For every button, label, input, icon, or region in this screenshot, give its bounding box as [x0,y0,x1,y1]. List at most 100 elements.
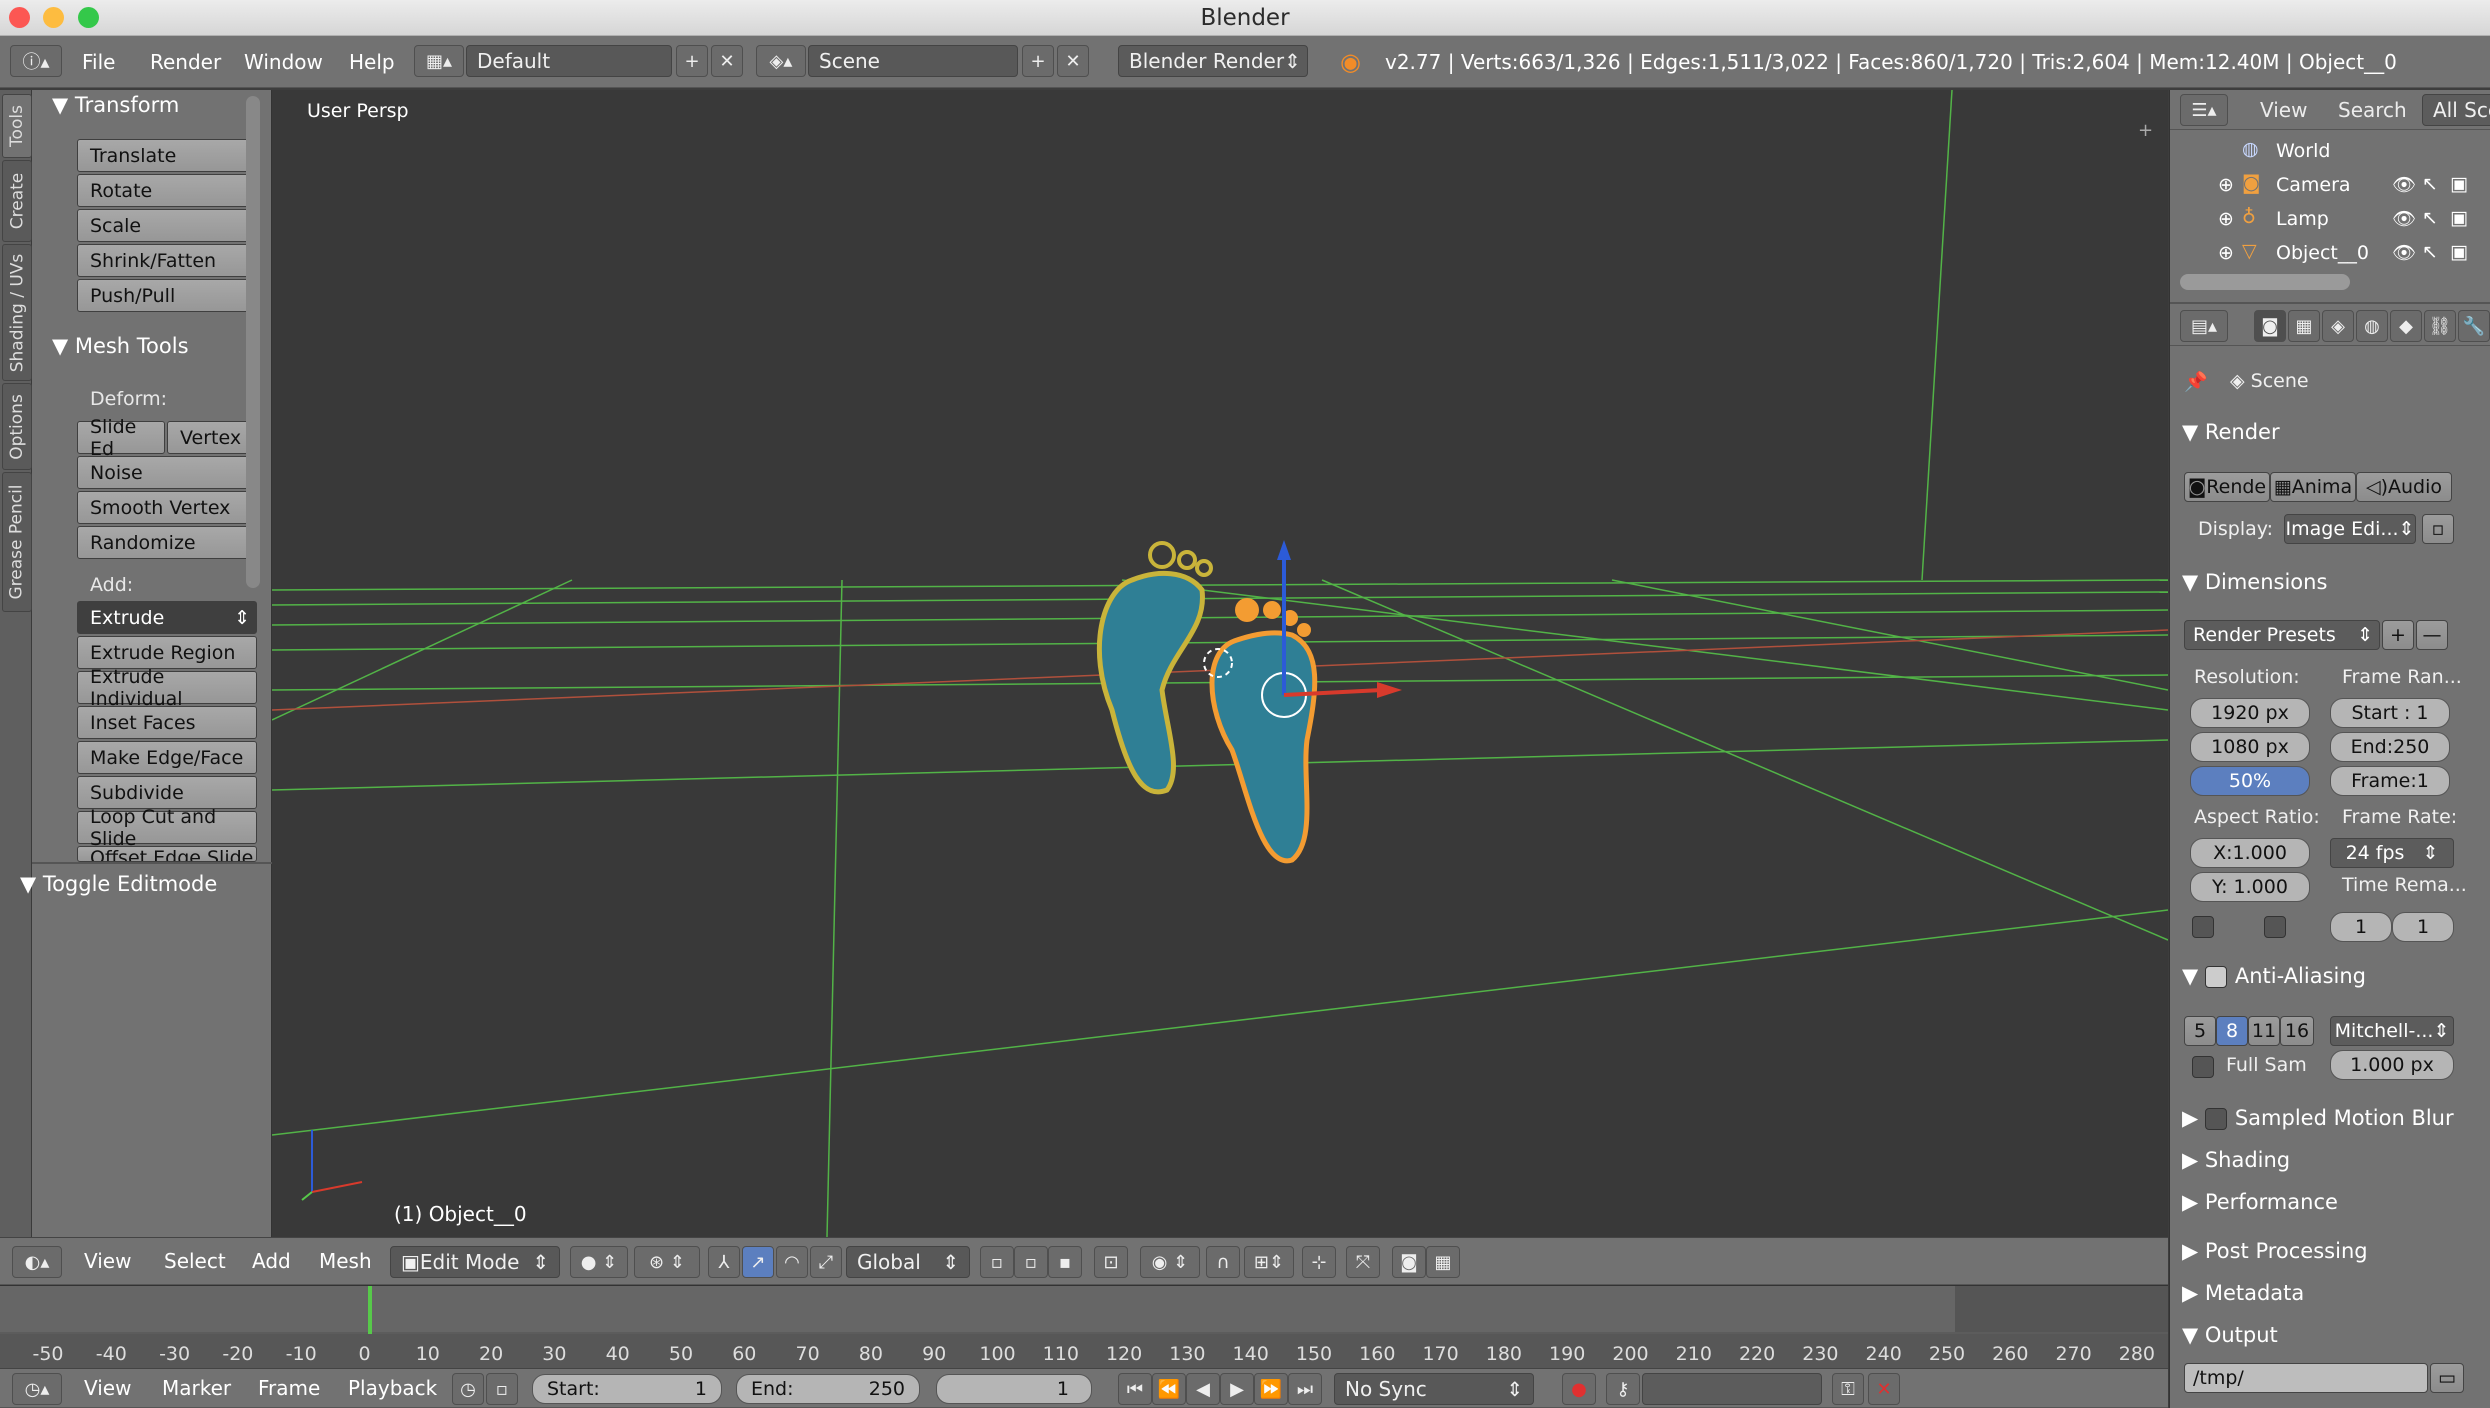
outliner-editor-type-button[interactable]: ☰▴ [2180,94,2228,126]
resolution-x-field[interactable]: 1920 px [2190,698,2310,728]
add-preset-button[interactable]: + [2382,620,2414,650]
play-reverse-button[interactable]: ◀ [1186,1373,1220,1405]
tab-shading-uvs[interactable]: Shading / UVs [2,244,32,381]
crop-checkbox[interactable] [2264,916,2286,938]
add-layout-button[interactable]: + [676,45,708,77]
3d-viewport[interactable]: User Persp (1) Object__0 + [272,90,2168,1237]
select-arrow-icon[interactable]: ↖ [2422,207,2438,229]
aa-filter-size-field[interactable]: 1.000 px [2330,1050,2454,1080]
menu-render[interactable]: Render [150,36,221,87]
pivot-point-select[interactable]: ⊛ ⇕ [634,1246,700,1278]
outliner-menu-view[interactable]: View [2260,98,2307,122]
outliner-item-lamp[interactable]: ⊕ ♁ Lamp 👁 ↖ ▣ [2170,202,2490,236]
subdivide-button[interactable]: Subdivide [77,776,257,809]
aa-samples-8-button[interactable]: 8 [2216,1016,2248,1046]
layout-name-field[interactable]: Default [466,45,672,77]
screen-layout-button[interactable]: ▦▴ [414,45,464,77]
constraints-tab[interactable]: ⛓ [2424,310,2456,342]
auto-keying-button[interactable]: ● [1562,1373,1596,1405]
frame-rate-select[interactable]: 24 fps ⇕ [2330,838,2454,868]
shading-panel-header[interactable]: ▶ Shading [2182,1148,2290,1172]
face-select-mode-button[interactable]: ▪ [1048,1246,1082,1278]
motion-blur-checkbox[interactable] [2204,1108,2227,1130]
outliner-hscrollbar[interactable] [2180,274,2350,290]
aa-filter-select[interactable]: Mitchell-... ⇕ [2330,1016,2454,1046]
sampled-motion-blur-panel-header[interactable]: ▶ Sampled Motion Blur [2182,1106,2454,1130]
view3d-menu-select[interactable]: Select [164,1238,226,1284]
aspect-y-field[interactable]: Y: 1.000 [2190,872,2310,902]
render-camera-icon[interactable]: ▣ [2450,173,2468,195]
render-button[interactable]: ◙ Rende [2184,472,2270,502]
sync-mode-select[interactable]: No Sync ⇕ [1334,1373,1534,1405]
noise-button[interactable]: Noise [77,456,257,489]
delete-keyframe-button[interactable]: ✕ [1868,1373,1900,1405]
render-presets-select[interactable]: Render Presets ⇕ [2184,620,2380,650]
outliner-item-camera[interactable]: ⊕ ◙ Camera 👁 ↖ ▣ [2170,168,2490,202]
render-engine-select[interactable]: Blender Render ⇕ [1118,45,1308,77]
toggle-editmode-panel-header[interactable]: ▼ Toggle Editmode [20,872,217,896]
menu-file[interactable]: File [82,36,115,87]
frame-start-field[interactable]: Start : 1 [2330,698,2450,728]
select-arrow-icon[interactable]: ↖ [2422,241,2438,263]
render-animation-button[interactable]: ▦ Anima [2270,472,2356,502]
output-path-field[interactable]: /tmp/ [2184,1363,2428,1393]
end-frame-field[interactable]: End: 250 [736,1374,920,1404]
render-panel-header[interactable]: ▼ Render [2182,420,2280,444]
render-context-tab[interactable]: ◙ [2254,310,2286,342]
metadata-panel-header[interactable]: ▶ Metadata [2182,1281,2304,1305]
timeline-menu-view[interactable]: View [84,1369,131,1407]
shrink-fatten-button[interactable]: Shrink/Fatten [77,244,257,277]
snap-toggle[interactable]: ∩ [1206,1246,1240,1278]
translate-manipulator-button[interactable]: ↗ [742,1246,774,1278]
dimensions-panel-header[interactable]: ▼ Dimensions [2182,570,2327,594]
keying-set-button[interactable]: ⚷ [1606,1373,1640,1405]
outliner-item-world[interactable]: ◍ World [2170,134,2490,168]
tab-tools[interactable]: Tools [2,94,32,158]
loop-cut-slide-button[interactable]: Loop Cut and Slide [77,806,257,850]
post-processing-panel-header[interactable]: ▶ Post Processing [2182,1239,2368,1263]
randomize-button[interactable]: Randomize [77,526,257,559]
full-sample-checkbox[interactable] [2192,1056,2214,1078]
scene-selector-button[interactable]: ◈▴ [756,45,806,77]
viewport-shading-select[interactable]: ● ⇕ [570,1246,628,1278]
offset-edge-slide-button[interactable]: Offset Edge Slide [77,846,257,862]
outliner-filter-select[interactable]: All Sce [2422,94,2490,126]
transform-panel-header[interactable]: ▼ Transform [52,90,179,120]
delete-scene-button[interactable]: ✕ [1057,45,1089,77]
world-tab[interactable]: ◍ [2356,310,2388,342]
aa-samples-16-button[interactable]: 16 [2280,1016,2314,1046]
timeline-menu-playback[interactable]: Playback [348,1369,437,1407]
view3d-menu-add[interactable]: Add [252,1238,291,1284]
toolshelf-scrollbar[interactable] [246,96,260,588]
interaction-mode-select[interactable]: ▣ Edit Mode ⇕ [390,1246,560,1278]
timeline-menu-frame[interactable]: Frame [258,1369,320,1407]
resolution-percentage-slider[interactable]: 50% [2190,766,2310,796]
visibility-eye-icon[interactable]: 👁 [2392,173,2416,196]
proportional-edit-select[interactable]: ◉ ⇕ [1140,1246,1200,1278]
play-button[interactable]: ▶ [1220,1373,1254,1405]
outliner-menu-search[interactable]: Search [2338,98,2407,122]
active-keying-set-field[interactable] [1642,1373,1822,1405]
scale-manipulator-button[interactable]: ⤢ [810,1246,842,1278]
editor-type-info-button[interactable]: ⓘ▴ [10,45,62,77]
vertex-select-mode-button[interactable]: ▫ [980,1246,1014,1278]
3d-view-editor-type-button[interactable]: ◐▴ [12,1246,62,1278]
time-remap-old-field[interactable]: 1 [2330,912,2392,942]
render-camera-icon[interactable]: ▣ [2450,241,2468,263]
snap-element-select[interactable]: ⊞⇕ [1244,1246,1294,1278]
extrude-individual-button[interactable]: Extrude Individual [77,666,257,710]
manipulator-toggle[interactable]: ⅄ [708,1246,740,1278]
mesh-tools-panel-header[interactable]: ▼ Mesh Tools [52,334,189,358]
resolution-y-field[interactable]: 1080 px [2190,732,2310,762]
tab-options[interactable]: Options [2,383,32,470]
scene-name-field[interactable]: Scene [808,45,1018,77]
border-checkbox[interactable] [2192,916,2214,938]
inset-faces-button[interactable]: Inset Faces [77,706,257,739]
opengl-render-animation-button[interactable]: ▦ [1426,1246,1460,1278]
current-frame-indicator[interactable] [368,1286,372,1334]
view3d-menu-mesh[interactable]: Mesh [319,1238,372,1284]
timeline-menu-marker[interactable]: Marker [162,1369,231,1407]
frame-end-field[interactable]: End:250 [2330,732,2450,762]
object-tab[interactable]: ◆ [2390,310,2422,342]
tab-create[interactable]: Create [2,160,32,242]
